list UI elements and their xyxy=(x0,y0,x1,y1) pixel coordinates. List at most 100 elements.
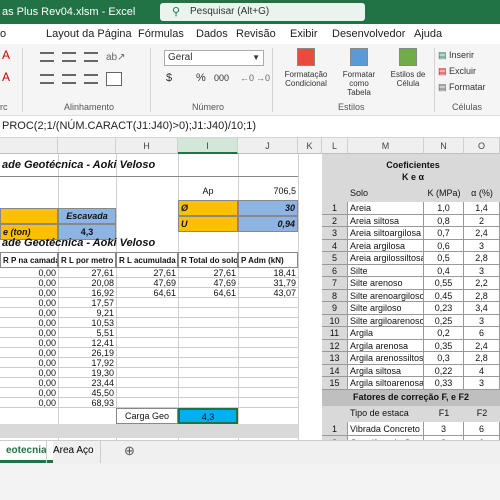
table-cell[interactable]: 16,92 xyxy=(58,288,116,298)
coef-solo-name[interactable]: Areia siltoargilosa xyxy=(348,227,424,240)
sheet-tab-geotecnia[interactable]: eotecnia xyxy=(0,441,53,463)
coef-cell[interactable]: 0,35 xyxy=(424,339,464,352)
coef-cell[interactable]: 0,45 xyxy=(424,289,464,302)
table-cell[interactable]: 0,00 xyxy=(0,318,58,328)
coef-cell[interactable]: 1,4 xyxy=(464,202,500,215)
table-cell[interactable] xyxy=(116,358,178,368)
table-cell[interactable] xyxy=(116,338,178,348)
table-cell[interactable] xyxy=(238,348,298,358)
table-cell[interactable]: 0,00 xyxy=(0,378,58,388)
thousands-icon[interactable]: 000 xyxy=(214,73,229,83)
table-cell[interactable] xyxy=(238,318,298,328)
table-cell[interactable]: 5,51 xyxy=(58,328,116,338)
coef-cell[interactable]: 7 xyxy=(322,277,348,290)
table-cell[interactable] xyxy=(178,308,238,318)
coef-cell[interactable]: 3,4 xyxy=(464,302,500,315)
fatores-cell[interactable]: 6 xyxy=(464,422,500,436)
formula-bar[interactable]: PROC(2;1/(NÚM.CARACT(J1:J40)>0);J1:J40)/… xyxy=(0,116,500,138)
table-cell[interactable] xyxy=(116,398,178,408)
coef-solo-name[interactable]: Silte arenoargiloso xyxy=(348,289,424,302)
coef-cell[interactable]: 4 xyxy=(464,364,500,377)
coef-cell[interactable]: 13 xyxy=(322,352,348,365)
coef-cell[interactable]: 2,2 xyxy=(464,277,500,290)
column-header-i[interactable]: I xyxy=(178,138,238,154)
table-cell[interactable]: 43,07 xyxy=(238,288,298,298)
fatores-cell[interactable]: 3 xyxy=(424,422,464,436)
coef-cell[interactable]: 9 xyxy=(322,302,348,315)
orientation-icon[interactable]: ab↗ xyxy=(106,52,126,64)
align-left-icon[interactable] xyxy=(40,74,54,84)
table-cell[interactable]: 18,41 xyxy=(238,268,298,278)
merge-center-icon[interactable] xyxy=(106,72,122,86)
table-cell[interactable]: 0,00 xyxy=(0,288,58,298)
table-cell[interactable] xyxy=(238,338,298,348)
cell-styles-button[interactable]: Estilos de Célula xyxy=(388,48,428,100)
table-cell[interactable] xyxy=(178,318,238,328)
coef-cell[interactable]: 0,25 xyxy=(424,314,464,327)
conditional-formatting-button[interactable]: Formatação Condicional xyxy=(284,48,328,100)
table-cell[interactable]: 27,61 xyxy=(178,268,238,278)
coef-cell[interactable]: 0,23 xyxy=(424,302,464,315)
table-cell[interactable] xyxy=(178,338,238,348)
coef-cell[interactable]: 0,33 xyxy=(424,377,464,390)
align-right-icon[interactable] xyxy=(84,74,98,84)
coef-solo-name[interactable]: Silte arenoso xyxy=(348,277,424,290)
coef-cell[interactable]: 0,6 xyxy=(424,239,464,252)
table-cell[interactable]: 68,93 xyxy=(58,398,116,408)
table-cell[interactable] xyxy=(238,358,298,368)
table-cell[interactable]: 23,44 xyxy=(58,378,116,388)
coef-solo-name[interactable]: Silte xyxy=(348,264,424,277)
coef-cell[interactable]: 6 xyxy=(322,264,348,277)
align-center-icon[interactable] xyxy=(62,74,76,84)
currency-icon[interactable]: $ xyxy=(166,72,172,84)
table-cell[interactable]: 27,61 xyxy=(116,268,178,278)
format-button[interactable]: ▤ Formatar xyxy=(438,82,486,93)
decimal-increase-icon[interactable]: ←0 xyxy=(240,73,254,83)
coef-cell[interactable]: 4 xyxy=(322,239,348,252)
coef-solo-name[interactable]: Areia siltosa xyxy=(348,214,424,227)
spreadsheet-grid[interactable]: H I J K L M N O ade Geotécnica - Aoki Ve… xyxy=(0,138,500,440)
coef-solo-name[interactable]: Areia xyxy=(348,202,424,215)
coef-solo-name[interactable]: Areia argilosa xyxy=(348,239,424,252)
coef-cell[interactable]: 0,3 xyxy=(424,352,464,365)
number-format-select[interactable]: Geral ▼ xyxy=(164,50,264,66)
table-cell[interactable]: 0,00 xyxy=(0,368,58,378)
table-cell[interactable] xyxy=(238,368,298,378)
table-cell[interactable] xyxy=(116,318,178,328)
table-cell[interactable]: 9,21 xyxy=(58,308,116,318)
column-header[interactable] xyxy=(0,138,58,154)
coef-cell[interactable]: 0,2 xyxy=(424,327,464,340)
column-header-l[interactable]: L xyxy=(322,138,348,154)
coef-cell[interactable]: 2,4 xyxy=(464,227,500,240)
coef-cell[interactable]: 3 xyxy=(322,227,348,240)
tab-formulas[interactable]: Fórmulas xyxy=(138,28,184,40)
table-cell[interactable]: 17,92 xyxy=(58,358,116,368)
table-cell[interactable] xyxy=(116,348,178,358)
table-cell[interactable]: 0,00 xyxy=(0,278,58,288)
tab-page-layout[interactable]: Layout da Página xyxy=(46,28,132,40)
table-cell[interactable] xyxy=(178,378,238,388)
coef-solo-name[interactable]: Silte argiloso xyxy=(348,302,424,315)
coef-solo-name[interactable]: Silte argiloarenoso xyxy=(348,314,424,327)
column-header-n[interactable]: N xyxy=(424,138,464,154)
table-cell[interactable]: 19,30 xyxy=(58,368,116,378)
table-cell[interactable]: 20,08 xyxy=(58,278,116,288)
decimal-decrease-icon[interactable]: →0 xyxy=(256,73,270,83)
table-cell[interactable] xyxy=(238,378,298,388)
font-color-icon[interactable]: A xyxy=(2,48,10,62)
tab-view[interactable]: Exibir xyxy=(290,28,318,40)
table-cell[interactable]: 0,00 xyxy=(0,268,58,278)
table-cell[interactable]: 26,19 xyxy=(58,348,116,358)
add-sheet-icon[interactable]: ⊕ xyxy=(118,441,141,463)
search-box[interactable]: ⚲ Pesquisar (Alt+G) xyxy=(160,3,365,21)
table-cell[interactable] xyxy=(238,398,298,408)
tab-review[interactable]: Revisão xyxy=(236,28,276,40)
table-cell[interactable]: 12,41 xyxy=(58,338,116,348)
table-cell[interactable] xyxy=(116,298,178,308)
coef-cell[interactable]: 5 xyxy=(322,252,348,265)
coef-solo-name[interactable]: Argila siltosa xyxy=(348,364,424,377)
table-cell[interactable] xyxy=(238,328,298,338)
table-cell[interactable]: 45,50 xyxy=(58,388,116,398)
coef-solo-name[interactable]: Argila arenossiltosa xyxy=(348,352,424,365)
coef-solo-name[interactable]: Argila siltoarenosa xyxy=(348,377,424,390)
